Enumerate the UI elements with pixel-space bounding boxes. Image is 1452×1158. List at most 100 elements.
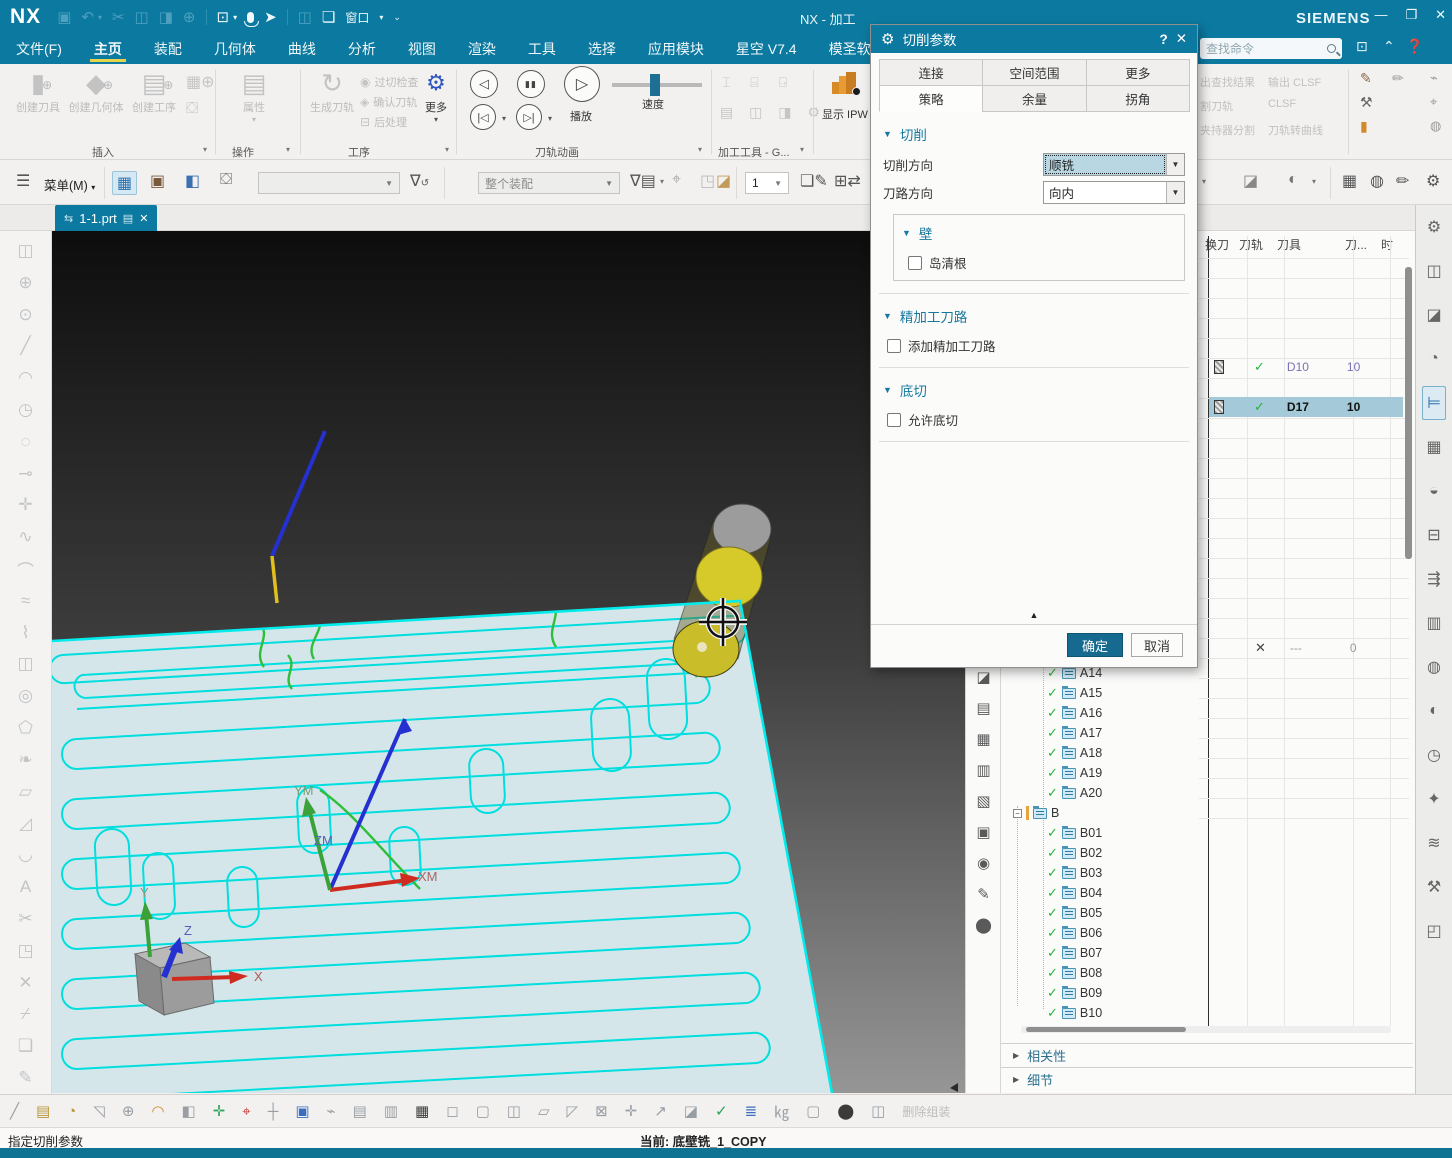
section-header-wall[interactable]: ▼ 壁 [902, 223, 1184, 243]
geometry-view-icon[interactable]: ◧ [185, 171, 200, 191]
filter-reset-icon[interactable]: ∇↺ [410, 171, 429, 191]
method-view-icon[interactable]: ⛋ [220, 171, 232, 189]
go-to-start-button[interactable]: |◁ [470, 104, 496, 130]
save-view-icon[interactable]: ▣ [976, 823, 990, 841]
group-dialog-launcher-icon[interactable]: ▾ [286, 145, 290, 154]
machine-tool-navigator-icon[interactable]: ▦ [1426, 425, 1441, 469]
grid-table-icon[interactable]: ▦ [1342, 171, 1357, 191]
settings-gear-icon[interactable]: ⚙ [1427, 205, 1441, 249]
tree-item[interactable]: ✓ B10 [1003, 1003, 1207, 1023]
tree-item[interactable]: ✓ B09 [1003, 983, 1207, 1003]
cube-solid-icon[interactable]: ◪ [716, 171, 731, 191]
command-finder[interactable]: 查找命令 [1200, 38, 1342, 59]
save-view-icon[interactable]: ▣ [295, 1102, 309, 1120]
add-finish-passes-checkbox[interactable] [887, 339, 901, 353]
window-icon[interactable]: ❏ [322, 8, 335, 26]
group-dialog-launcher-icon[interactable]: ▾ [698, 145, 702, 154]
measure-panel-icon[interactable]: ▤ [36, 1102, 50, 1120]
tree-item[interactable]: ✓ A17 [1003, 723, 1207, 743]
dialog-close-icon[interactable]: ✕ [1176, 31, 1187, 47]
dependencies-section[interactable]: ▶ 相关性 [1001, 1043, 1413, 1067]
brush-icon[interactable]: ✎ [977, 885, 990, 903]
selection-filter-combo[interactable]: ▼ [258, 172, 400, 194]
group-dialog-launcher-icon[interactable]: ▾ [445, 145, 449, 154]
table-icon[interactable]: ▥ [1426, 601, 1441, 645]
page-icon[interactable]: ▧ [976, 792, 990, 810]
column-header-toolpath[interactable]: 刀轨 [1239, 236, 1277, 258]
window-menu[interactable]: 窗口 [345, 9, 369, 26]
snap-icon[interactable]: ◍ [1370, 171, 1384, 191]
machine-tool-view-icon[interactable]: ▣ [150, 171, 165, 191]
move-axes-icon[interactable]: ✛ [213, 1102, 226, 1120]
dialog-collapse-icon[interactable]: ▲ [871, 610, 1197, 620]
ok-button[interactable]: 确定 [1067, 633, 1123, 657]
dialog-tab[interactable]: 空间范围 [982, 59, 1086, 86]
collapse-expander-icon[interactable]: − [1013, 809, 1022, 818]
cut-icon[interactable]: ✂ [112, 8, 125, 26]
cancel-button[interactable]: 取消 [1131, 633, 1183, 657]
ribbon-tab[interactable]: 星空 V7.4 [720, 34, 813, 64]
ribbon-tab[interactable]: 装配 [138, 34, 198, 64]
tree-item[interactable]: ✓ A16 [1003, 703, 1207, 723]
dialog-tab[interactable]: 策略 [879, 85, 983, 112]
details-section[interactable]: ▶ 细节 [1001, 1067, 1413, 1091]
check-icon[interactable]: ✓ [715, 1102, 728, 1120]
save-icon[interactable]: ▣ [57, 8, 71, 26]
group-dialog-launcher-icon[interactable]: ▾ [800, 145, 804, 154]
operation-row-empty[interactable]: ✕ --- 0 [1209, 638, 1403, 658]
allow-undercut-checkbox[interactable] [887, 413, 901, 427]
combo-dropdown-icon[interactable]: ▼ [1166, 182, 1184, 203]
operation-navigator-icon[interactable]: ⊨ [1422, 386, 1446, 420]
min-distance-icon[interactable]: ◠ [151, 1102, 164, 1120]
tree-item[interactable]: ✓ B03 [1003, 863, 1207, 883]
show-ipw-button[interactable]: 显示 IPW [822, 106, 868, 122]
tree-item[interactable]: ✓ B07 [1003, 943, 1207, 963]
customize-icon[interactable]: ⚒ [1427, 865, 1441, 909]
palette-icon[interactable]: ✦ [1427, 777, 1440, 821]
eye-icon[interactable]: ◉ [977, 854, 990, 872]
section-header-finish-passes[interactable]: ▼ 精加工刀路 [883, 306, 1197, 326]
more-button[interactable]: ⚙ 更多 ▾ [416, 68, 456, 124]
group-dialog-launcher-icon[interactable]: ▾ [203, 145, 207, 154]
flow-icon[interactable]: ⇶ [1427, 557, 1440, 601]
column-header-tooldia[interactable]: 刀... [1345, 236, 1381, 258]
dialog-tab[interactable]: 余量 [982, 85, 1086, 112]
combo-dropdown-icon[interactable]: ▼ [1166, 154, 1184, 175]
web-browser-icon[interactable]: ◐ [1429, 689, 1439, 733]
isometric-cube-icon[interactable]: ◪ [1243, 171, 1258, 191]
tree-item[interactable]: ✓ B02 [1003, 843, 1207, 863]
brush-icon[interactable]: ✎ [1360, 70, 1372, 87]
assembly-scope-combo[interactable]: 整个装配▼ [478, 172, 620, 194]
navigator-horizontal-scrollbar[interactable] [1021, 1026, 1391, 1033]
copy-icon[interactable]: ◫ [135, 8, 149, 26]
tree-item[interactable]: ✓ B06 [1003, 923, 1207, 943]
program-order-view-icon[interactable]: ▦ [112, 171, 137, 195]
ribbon-tab[interactable]: 渲染 [452, 34, 512, 64]
ribbon-tab[interactable]: 工具 [512, 34, 572, 64]
ribbon-tab[interactable]: 选择 [572, 34, 632, 64]
hamburger-icon[interactable]: ☰ [16, 171, 30, 191]
microphone-icon[interactable] [247, 12, 254, 23]
dialog-help-icon[interactable]: ? [1159, 32, 1167, 47]
speed-slider-handle[interactable] [650, 74, 660, 96]
tree-parent-item-b[interactable]: − B [1003, 803, 1207, 823]
column-header-tool[interactable]: 刀具 [1277, 236, 1345, 258]
eraser-icon[interactable]: ◪ [976, 668, 990, 686]
roller-icon[interactable]: ▮ [1360, 118, 1368, 135]
go-to-end-dropdown-icon[interactable]: ▾ [548, 114, 552, 123]
filter-list-icon[interactable]: ∇▤ [630, 171, 656, 191]
maximize-button[interactable]: ❐ [1405, 7, 1417, 23]
ribbon-tab[interactable]: 几何体 [198, 34, 272, 64]
screenshot-icon[interactable]: ⊡ [217, 8, 230, 26]
undo-dropdown-icon[interactable]: ▾ [98, 13, 102, 22]
window-split-icon[interactable]: ▤ [976, 699, 990, 717]
protractor-icon[interactable]: ◔ [67, 1103, 76, 1120]
section-header-undercut[interactable]: ▼ 底切 [883, 380, 1197, 400]
tree-item[interactable]: ✓ A15 [1003, 683, 1207, 703]
dialog-tab[interactable]: 更多 [1086, 59, 1190, 86]
filter-dropdown-icon[interactable]: ▾ [660, 177, 664, 186]
menu-button[interactable]: 菜单(M) ▾ [44, 175, 95, 194]
operation-row-d17-selected[interactable]: ✓ D17 10 [1209, 397, 1403, 417]
rewind-button[interactable]: ◁ [470, 70, 498, 98]
layout-icon[interactable]: ▥ [976, 761, 990, 779]
